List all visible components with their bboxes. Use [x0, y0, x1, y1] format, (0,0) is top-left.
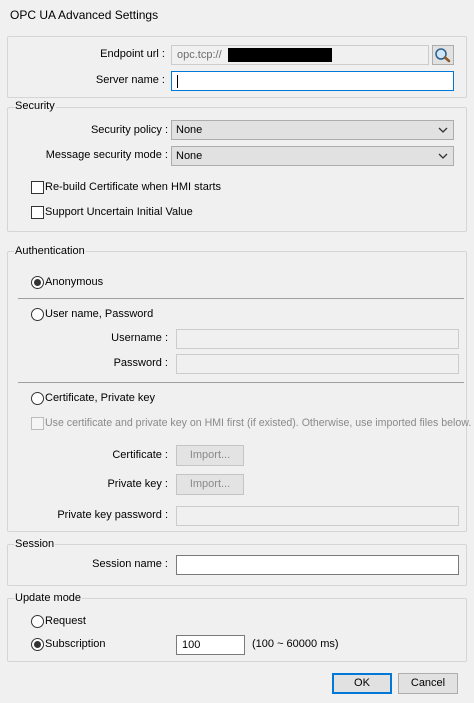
session-name-input[interactable]: [176, 555, 459, 575]
private-key-password-label: Private key password :: [57, 509, 168, 521]
window-title: OPC UA Advanced Settings: [10, 8, 159, 22]
security-policy-value: None: [176, 124, 203, 136]
password-label: Password :: [113, 357, 168, 369]
subscription-label: Subscription: [45, 638, 106, 650]
subscription-radio[interactable]: [31, 638, 44, 651]
update-mode-group-label: Update mode: [14, 592, 83, 604]
server-name-label: Server name :: [95, 74, 165, 86]
certificate-label: Certificate :: [112, 449, 168, 461]
support-uncertain-checkbox[interactable]: [31, 206, 44, 219]
anonymous-radio[interactable]: [31, 276, 44, 289]
use-hmi-certificate-checkbox[interactable]: [31, 417, 44, 430]
certificate-private-key-label: Certificate, Private key: [45, 392, 156, 404]
chevron-down-icon: [438, 127, 448, 133]
rebuild-certificate-label: Re-build Certificate when HMI starts: [45, 181, 222, 193]
subscription-interval-input[interactable]: 100: [176, 635, 245, 655]
import-certificate-button[interactable]: Import...: [176, 445, 244, 466]
password-input[interactable]: [176, 354, 459, 374]
security-policy-select[interactable]: None: [171, 120, 454, 140]
text-caret: [177, 75, 178, 88]
message-security-mode-select[interactable]: None: [171, 146, 454, 166]
username-input[interactable]: [176, 329, 459, 349]
chevron-down-icon: [438, 153, 448, 159]
anonymous-label: Anonymous: [45, 276, 104, 288]
subscription-interval-value: 100: [182, 639, 201, 651]
server-name-input[interactable]: [171, 71, 454, 91]
session-group-label: Session: [14, 538, 56, 550]
endpoint-url-field[interactable]: opc.tcp://: [171, 45, 429, 65]
certificate-private-key-radio[interactable]: [31, 392, 44, 405]
request-radio[interactable]: [31, 615, 44, 628]
username-label: Username :: [111, 332, 168, 344]
support-uncertain-label: Support Uncertain Initial Value: [45, 206, 193, 218]
private-key-password-input[interactable]: [176, 506, 459, 526]
separator: [18, 382, 464, 383]
radio-dot: [34, 641, 41, 648]
username-password-label: User name, Password: [45, 308, 154, 320]
security-group-label: Security: [14, 100, 56, 112]
private-key-label: Private key :: [107, 478, 168, 490]
import-private-key-button[interactable]: Import...: [176, 474, 244, 495]
interval-range-hint: (100 ~ 60000 ms): [252, 638, 339, 650]
cancel-button[interactable]: Cancel: [398, 673, 458, 694]
endpoint-url-value: opc.tcp://: [177, 49, 222, 61]
message-security-mode-value: None: [176, 150, 203, 162]
radio-dot: [34, 279, 41, 286]
message-security-mode-label: Message security mode :: [45, 149, 168, 161]
browse-endpoint-button[interactable]: [432, 45, 454, 65]
ok-button[interactable]: OK: [332, 673, 392, 694]
use-hmi-certificate-label: Use certificate and private key on HMI f…: [45, 417, 472, 429]
username-password-radio[interactable]: [31, 308, 44, 321]
rebuild-certificate-checkbox[interactable]: [31, 181, 44, 194]
magnifier-icon: [435, 48, 451, 63]
separator: [18, 298, 464, 299]
session-name-label: Session name :: [92, 558, 168, 570]
endpoint-url-label: Endpoint url :: [100, 48, 165, 60]
request-label: Request: [45, 615, 86, 627]
security-policy-label: Security policy :: [90, 124, 168, 136]
redacted-block: [228, 48, 332, 62]
authentication-group-label: Authentication: [14, 245, 86, 257]
